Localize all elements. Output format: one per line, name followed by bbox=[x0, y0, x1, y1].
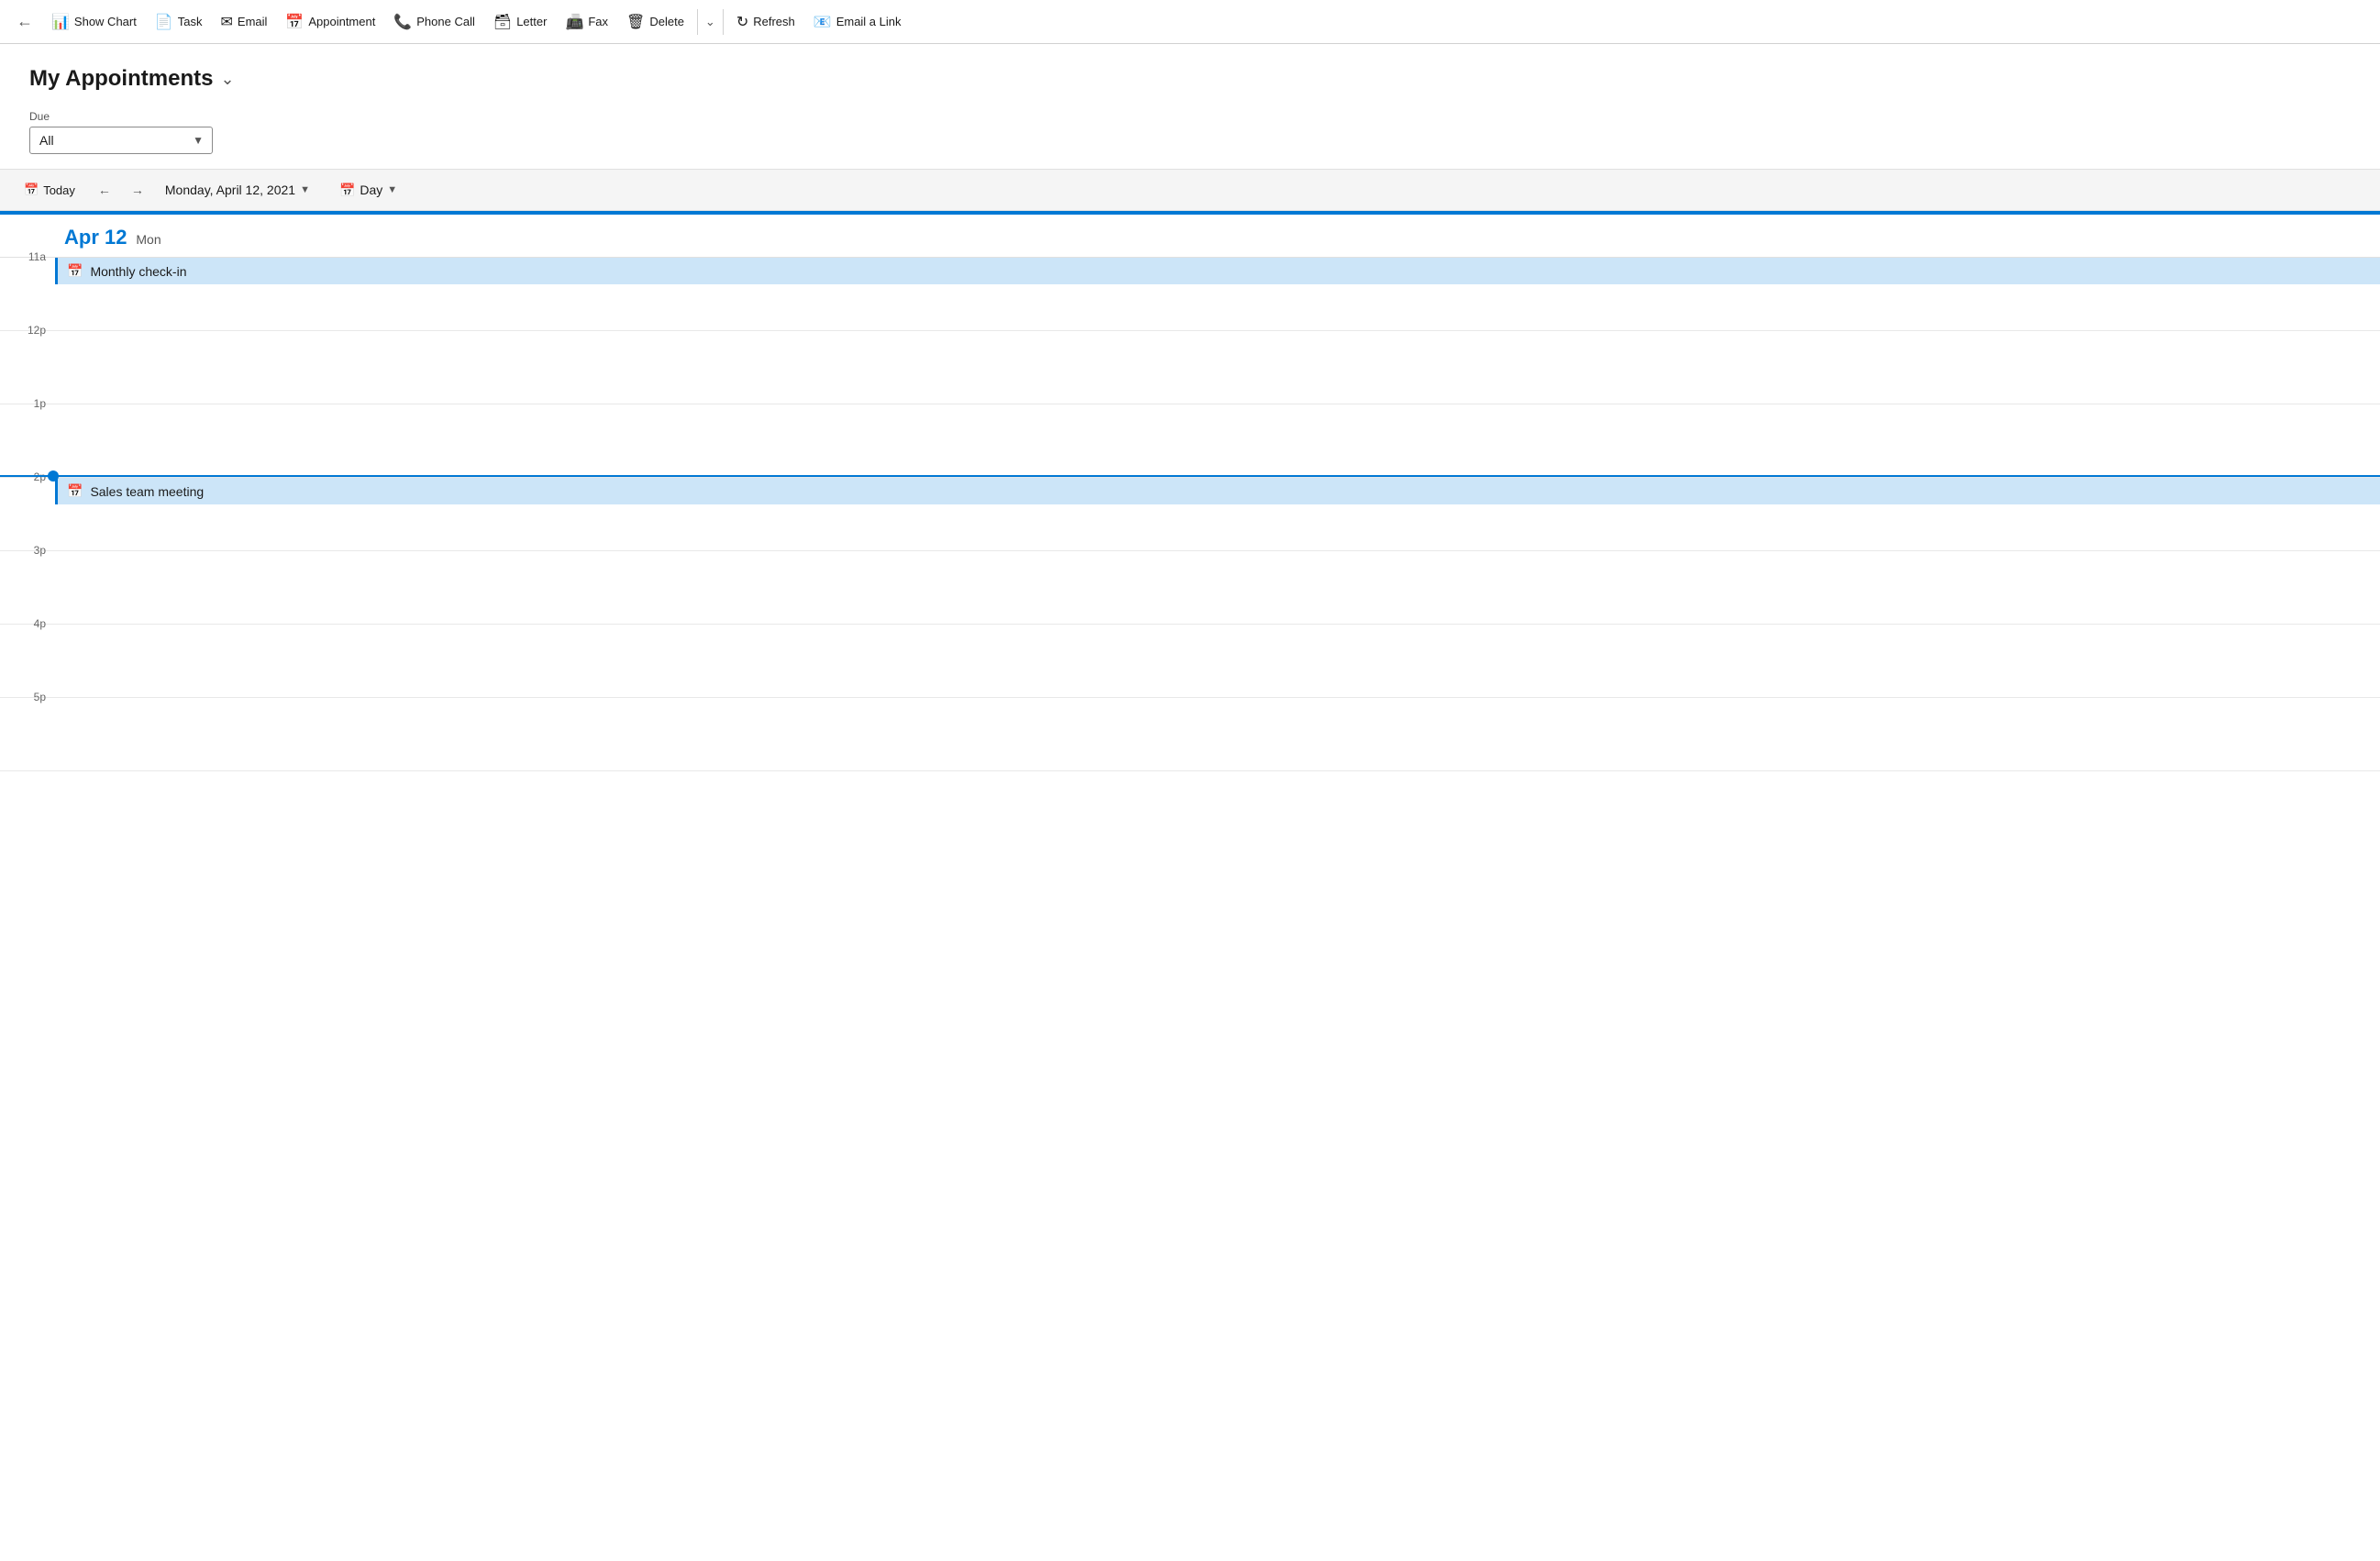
task-label: Task bbox=[178, 15, 203, 28]
filter-select-wrap: All Today This Week This Month ▼ bbox=[29, 127, 213, 154]
calendar-day-name: Mon bbox=[136, 232, 161, 247]
email-label: Email bbox=[238, 15, 268, 28]
slot-content-12p bbox=[55, 331, 2380, 404]
filter-row: Due All Today This Week This Month ▼ bbox=[0, 103, 2380, 169]
calendar-date-header: Apr 12 Mon bbox=[0, 215, 2380, 258]
event-calendar-icon-2: 📅 bbox=[67, 483, 83, 499]
phone-call-button[interactable]: 📞 Phone Call bbox=[384, 7, 484, 37]
slot-content-5p bbox=[55, 698, 2380, 770]
slot-content-3p bbox=[55, 551, 2380, 624]
slot-content-4p bbox=[55, 625, 2380, 697]
page-header: My Appointments ⌄ bbox=[0, 44, 2380, 103]
event-monthly-checkin[interactable]: 📅 Monthly check-in bbox=[55, 258, 2380, 284]
time-label-2p: 2p bbox=[0, 471, 55, 543]
calendar-view-text: Day bbox=[360, 183, 382, 197]
letter-label: Letter bbox=[516, 15, 547, 28]
event-title-1: Monthly check-in bbox=[90, 264, 186, 279]
toolbar-separator bbox=[697, 9, 698, 35]
back-button[interactable]: ← bbox=[7, 6, 42, 37]
email-link-label: Email a Link bbox=[836, 15, 902, 28]
time-slot-5p: 5p bbox=[0, 698, 2380, 771]
calendar-main: Apr 12 Mon 11a 📅 Monthly check-in 12p 1p bbox=[0, 211, 2380, 1561]
show-chart-label: Show Chart bbox=[74, 15, 137, 28]
delete-button[interactable]: 🗑 Delete bbox=[617, 7, 693, 37]
calendar-view-selector[interactable]: 📅 Day ▼ bbox=[332, 179, 404, 202]
time-label-11a: 11a bbox=[0, 250, 55, 323]
next-arrow-icon: → bbox=[131, 183, 144, 197]
time-label-5p: 5p bbox=[0, 691, 55, 763]
page-title-chevron[interactable]: ⌄ bbox=[220, 70, 234, 89]
time-slot-1p: 1p bbox=[0, 404, 2380, 478]
calendar-body: Apr 12 Mon 11a 📅 Monthly check-in 12p 1p bbox=[0, 211, 2380, 771]
calendar-date-text: Monday, April 12, 2021 bbox=[165, 183, 295, 197]
more-icon: ⌄ bbox=[705, 15, 715, 29]
today-button[interactable]: 📅 Today bbox=[15, 178, 84, 202]
next-date-button[interactable]: → bbox=[125, 177, 150, 203]
letter-button[interactable]: 🗃 Letter bbox=[484, 7, 557, 37]
refresh-icon: ↻ bbox=[736, 13, 748, 31]
calendar-view-icon: 📅 bbox=[339, 183, 355, 198]
refresh-button[interactable]: ↻ Refresh bbox=[727, 7, 804, 37]
email-link-icon: 📧 bbox=[814, 13, 832, 31]
toolbar-separator-2 bbox=[723, 9, 724, 35]
phone-icon: 📞 bbox=[393, 13, 412, 31]
today-label: Today bbox=[43, 183, 75, 197]
event-calendar-icon-1: 📅 bbox=[67, 263, 83, 279]
time-label-12p: 12p bbox=[0, 324, 55, 396]
slot-content-2p: 📅 Sales team meeting bbox=[55, 478, 2380, 550]
calendar-day-number: Apr 12 bbox=[64, 226, 127, 249]
phone-call-label: Phone Call bbox=[416, 15, 475, 28]
time-slot-12p: 12p bbox=[0, 331, 2380, 404]
filter-label: Due bbox=[29, 110, 2351, 123]
page-title: My Appointments bbox=[29, 66, 213, 92]
due-filter-select[interactable]: All Today This Week This Month bbox=[29, 127, 213, 154]
show-chart-icon: 📊 bbox=[51, 13, 70, 31]
current-time-dot bbox=[48, 471, 59, 482]
show-chart-button[interactable]: 📊 Show Chart bbox=[42, 7, 146, 37]
slot-content-11a: 📅 Monthly check-in bbox=[55, 258, 2380, 330]
time-label-1p: 1p bbox=[0, 397, 55, 470]
prev-date-button[interactable]: ← bbox=[92, 177, 117, 203]
fax-icon: 📠 bbox=[565, 13, 583, 31]
slot-content-1p bbox=[55, 404, 2380, 477]
calendar-nav: 📅 Today ← → Monday, April 12, 2021 ▼ 📅 D… bbox=[0, 169, 2380, 211]
current-time-line bbox=[0, 475, 2380, 477]
appointment-button[interactable]: 📅 Appointment bbox=[276, 7, 384, 37]
fax-button[interactable]: 📠 Fax bbox=[556, 7, 617, 37]
delete-icon: 🗑 bbox=[626, 13, 645, 31]
page-title-row: My Appointments ⌄ bbox=[29, 66, 2351, 92]
time-label-3p: 3p bbox=[0, 544, 55, 616]
letter-icon: 🗃 bbox=[493, 13, 512, 31]
time-slot-2p: 2p 📅 Sales team meeting bbox=[0, 478, 2380, 551]
calendar-date-chevron-icon: ▼ bbox=[300, 184, 310, 195]
refresh-label: Refresh bbox=[753, 15, 795, 28]
event-sales-team-meeting[interactable]: 📅 Sales team meeting bbox=[55, 478, 2380, 504]
event-title-2: Sales team meeting bbox=[90, 484, 204, 499]
task-button[interactable]: 📄 Task bbox=[146, 7, 212, 37]
more-button[interactable]: ⌄ bbox=[702, 9, 719, 35]
time-slot-3p: 3p bbox=[0, 551, 2380, 625]
time-label-4p: 4p bbox=[0, 617, 55, 690]
time-slot-4p: 4p bbox=[0, 625, 2380, 698]
toolbar: ← 📊 Show Chart 📄 Task ✉ Email 📅 Appointm… bbox=[0, 0, 2380, 44]
calendar-date-selector[interactable]: Monday, April 12, 2021 ▼ bbox=[158, 179, 317, 201]
email-link-button[interactable]: 📧 Email a Link bbox=[804, 7, 911, 37]
email-button[interactable]: ✉ Email bbox=[212, 7, 277, 37]
appointment-icon: 📅 bbox=[285, 13, 304, 31]
email-icon: ✉ bbox=[221, 13, 233, 31]
fax-label: Fax bbox=[588, 15, 608, 28]
prev-arrow-icon: ← bbox=[98, 183, 111, 197]
time-slot-11a: 11a 📅 Monthly check-in bbox=[0, 258, 2380, 331]
task-icon: 📄 bbox=[155, 13, 173, 31]
back-icon: ← bbox=[17, 12, 33, 31]
delete-label: Delete bbox=[649, 15, 684, 28]
calendar-view-chevron-icon: ▼ bbox=[387, 184, 397, 195]
calendar-today-icon: 📅 bbox=[24, 183, 39, 197]
appointment-label: Appointment bbox=[308, 15, 375, 28]
